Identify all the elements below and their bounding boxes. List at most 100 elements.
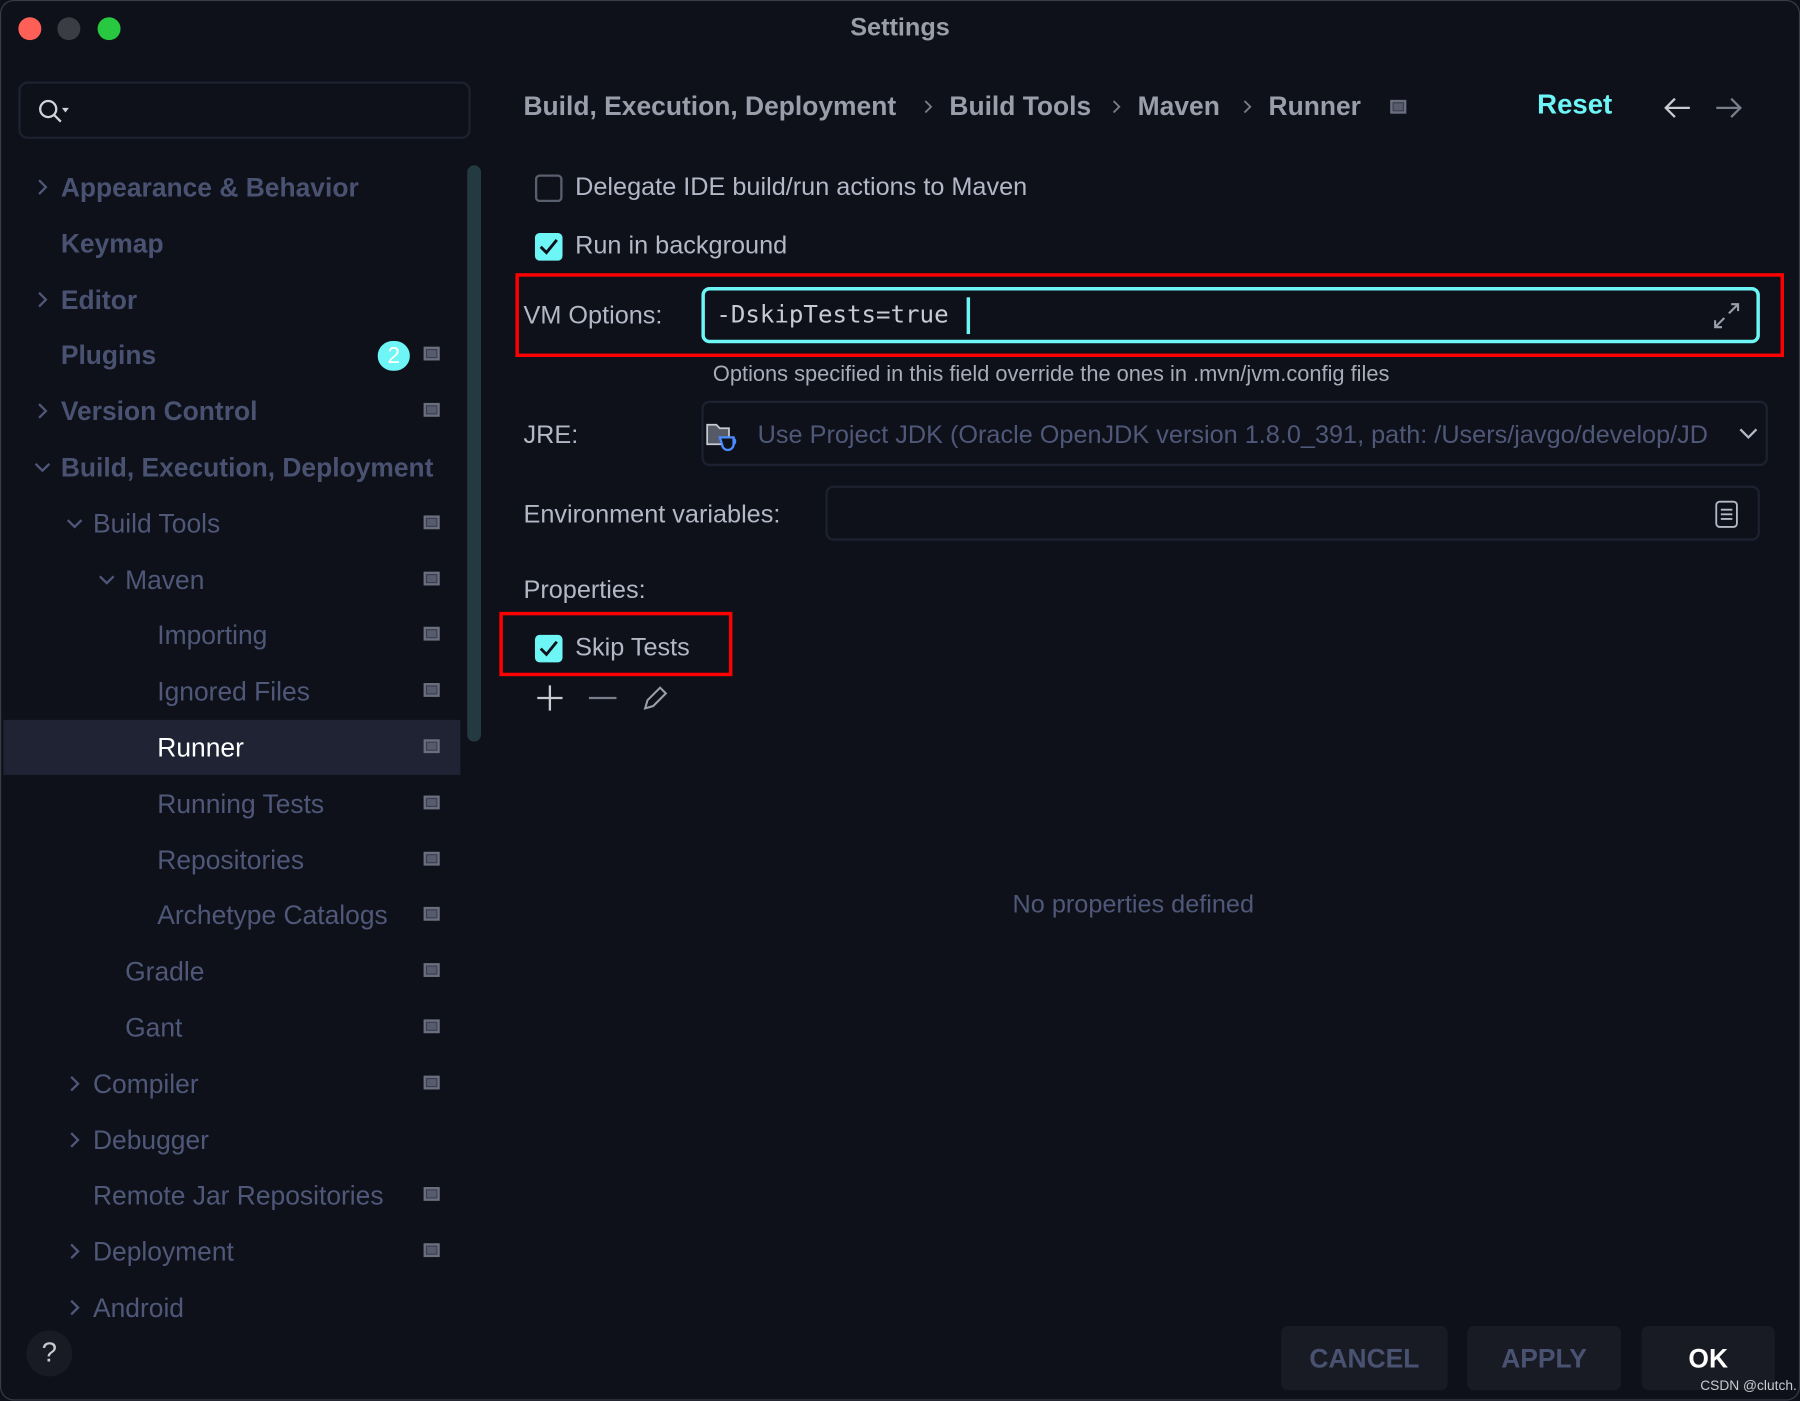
project-scope-icon bbox=[423, 851, 440, 866]
help-button[interactable]: ? bbox=[26, 1330, 73, 1377]
breadcrumb-item[interactable]: Build, Execution, Deployment bbox=[523, 91, 896, 122]
update-count-badge: 2 bbox=[377, 341, 410, 372]
remove-icon[interactable] bbox=[588, 683, 618, 713]
sidebar-item-label: Importing bbox=[157, 620, 268, 651]
vm-options-hint: Options specified in this field override… bbox=[712, 362, 1390, 387]
skip-tests-label: Skip Tests bbox=[575, 632, 690, 662]
sidebar-item-label: Repositories bbox=[157, 844, 305, 875]
project-scope-icon bbox=[423, 403, 440, 417]
chevron-right-icon[interactable] bbox=[65, 1074, 88, 1099]
sidebar-item-gradle[interactable]: Gradle bbox=[3, 944, 460, 999]
chevron-right-icon[interactable] bbox=[65, 1130, 88, 1155]
run-in-background-checkbox[interactable] bbox=[534, 233, 563, 261]
project-scope-icon bbox=[423, 347, 440, 361]
sidebar-item-label: Build, Execution, Deployment bbox=[60, 452, 434, 483]
project-scope-icon bbox=[423, 907, 440, 922]
delegate-checkbox[interactable] bbox=[534, 174, 563, 203]
back-arrow-icon[interactable] bbox=[1662, 95, 1692, 120]
sidebar-item-running-tests[interactable]: Running Tests bbox=[3, 776, 460, 831]
breadcrumb-item[interactable]: Runner bbox=[1269, 91, 1361, 122]
forward-arrow-icon[interactable] bbox=[1714, 95, 1744, 120]
cancel-button[interactable]: CANCEL bbox=[1281, 1325, 1448, 1391]
chevron-right-icon[interactable] bbox=[65, 1298, 88, 1323]
sidebar-item-build-execution-deployment[interactable]: Build, Execution, Deployment bbox=[3, 440, 460, 495]
sidebar-item-version-control[interactable]: Version Control bbox=[3, 384, 460, 439]
chevron-down-icon bbox=[1739, 428, 1758, 440]
project-scope-icon bbox=[423, 1075, 440, 1090]
jdk-folder-icon bbox=[706, 423, 737, 452]
no-properties-text: No properties defined bbox=[1012, 889, 1255, 919]
add-icon[interactable] bbox=[535, 683, 565, 713]
chevron-right-icon[interactable] bbox=[33, 402, 56, 427]
sidebar-item-keymap[interactable]: Keymap bbox=[3, 216, 460, 271]
sidebar-item-ignored-files[interactable]: Ignored Files bbox=[3, 664, 460, 719]
expand-icon[interactable] bbox=[1713, 302, 1743, 332]
sidebar-item-archetype-catalogs[interactable]: Archetype Catalogs bbox=[3, 888, 460, 943]
sidebar-item-plugins[interactable]: Plugins 2 bbox=[3, 328, 460, 383]
sidebar-item-gant[interactable]: Gant bbox=[3, 1000, 460, 1055]
sidebar-item-runner[interactable]: Runner bbox=[3, 719, 461, 775]
sidebar-item-appearance-behavior[interactable]: Appearance & Behavior bbox=[3, 160, 460, 215]
sidebar-item-maven[interactable]: Maven bbox=[3, 552, 460, 607]
sidebar-item-debugger[interactable]: Debugger bbox=[3, 1112, 460, 1167]
jre-label: JRE: bbox=[523, 420, 579, 449]
jre-dropdown[interactable]: Use Project JDK (Oracle OpenJDK version … bbox=[701, 400, 1768, 467]
project-scope-icon bbox=[1390, 99, 1407, 114]
sidebar-item-repositories[interactable]: Repositories bbox=[3, 832, 460, 887]
breadcrumb-item[interactable]: Maven bbox=[1138, 91, 1220, 122]
project-scope-icon bbox=[423, 963, 440, 978]
sidebar-item-importing[interactable]: Importing bbox=[3, 608, 460, 663]
sidebar-item-label: Ignored Files bbox=[157, 676, 310, 707]
chevron-right-icon[interactable] bbox=[33, 178, 56, 203]
sidebar-item-label: Maven bbox=[125, 564, 205, 595]
chevron-down-icon[interactable] bbox=[65, 514, 88, 539]
chevron-right-icon[interactable] bbox=[33, 290, 56, 315]
vm-options-value: -DskipTests=true bbox=[716, 300, 949, 329]
sidebar-item-remote-jar-repositories[interactable]: Remote Jar Repositories bbox=[3, 1168, 460, 1223]
vm-options-input[interactable]: -DskipTests=true bbox=[701, 287, 1760, 344]
sidebar-item-label: Android bbox=[92, 1292, 185, 1323]
delegate-label: Delegate IDE build/run actions to Maven bbox=[575, 172, 1028, 201]
project-scope-icon bbox=[423, 627, 440, 642]
apply-button[interactable]: APPLY bbox=[1467, 1325, 1621, 1391]
sidebar-item-label: Gant bbox=[125, 1012, 183, 1043]
project-scope-icon bbox=[423, 1187, 440, 1202]
sidebar-item-label: Runner bbox=[157, 732, 244, 763]
checkmark-icon bbox=[539, 239, 558, 255]
sidebar-item-label: Build Tools bbox=[92, 508, 221, 539]
project-scope-icon bbox=[423, 683, 440, 698]
sidebar-item-label: Editor bbox=[60, 284, 138, 315]
sidebar-item-android[interactable]: Android bbox=[3, 1280, 460, 1335]
sidebar-item-label: Keymap bbox=[60, 228, 164, 259]
project-scope-icon bbox=[423, 1243, 440, 1258]
sidebar-item-editor[interactable]: Editor bbox=[3, 272, 460, 327]
checkmark-icon bbox=[539, 640, 558, 657]
sidebar-item-build-tools[interactable]: Build Tools bbox=[3, 496, 460, 551]
chevron-down-icon[interactable] bbox=[33, 458, 56, 483]
chevron-right-icon[interactable] bbox=[65, 1242, 88, 1267]
sidebar-item-label: Compiler bbox=[92, 1068, 199, 1099]
skip-tests-checkbox[interactable] bbox=[534, 634, 563, 663]
env-vars-label: Environment variables: bbox=[523, 499, 781, 529]
breadcrumb-separator-icon bbox=[1243, 100, 1252, 114]
project-scope-icon bbox=[423, 571, 440, 586]
chevron-down-icon[interactable] bbox=[98, 570, 121, 595]
settings-search-input[interactable] bbox=[18, 81, 471, 139]
edit-document-icon[interactable] bbox=[1714, 499, 1739, 529]
breadcrumb-separator-icon bbox=[1112, 100, 1121, 114]
sidebar-item-label: Plugins bbox=[60, 340, 157, 371]
sidebar-item-deployment[interactable]: Deployment bbox=[3, 1224, 460, 1279]
breadcrumb-separator-icon bbox=[924, 100, 933, 114]
sidebar-item-label: Running Tests bbox=[157, 788, 325, 819]
reset-button[interactable]: Reset bbox=[1537, 90, 1612, 122]
project-scope-icon bbox=[423, 739, 440, 754]
sidebar-scrollbar[interactable] bbox=[467, 165, 482, 742]
breadcrumb-item[interactable]: Build Tools bbox=[949, 91, 1091, 122]
sidebar-item-label: Archetype Catalogs bbox=[157, 900, 388, 931]
edit-pencil-icon[interactable] bbox=[641, 683, 671, 713]
sidebar-item-compiler[interactable]: Compiler bbox=[3, 1056, 460, 1111]
run-in-background-label: Run in background bbox=[575, 230, 788, 260]
window-title: Settings bbox=[850, 12, 950, 42]
project-scope-icon bbox=[423, 515, 440, 529]
env-vars-input[interactable] bbox=[825, 485, 1760, 541]
